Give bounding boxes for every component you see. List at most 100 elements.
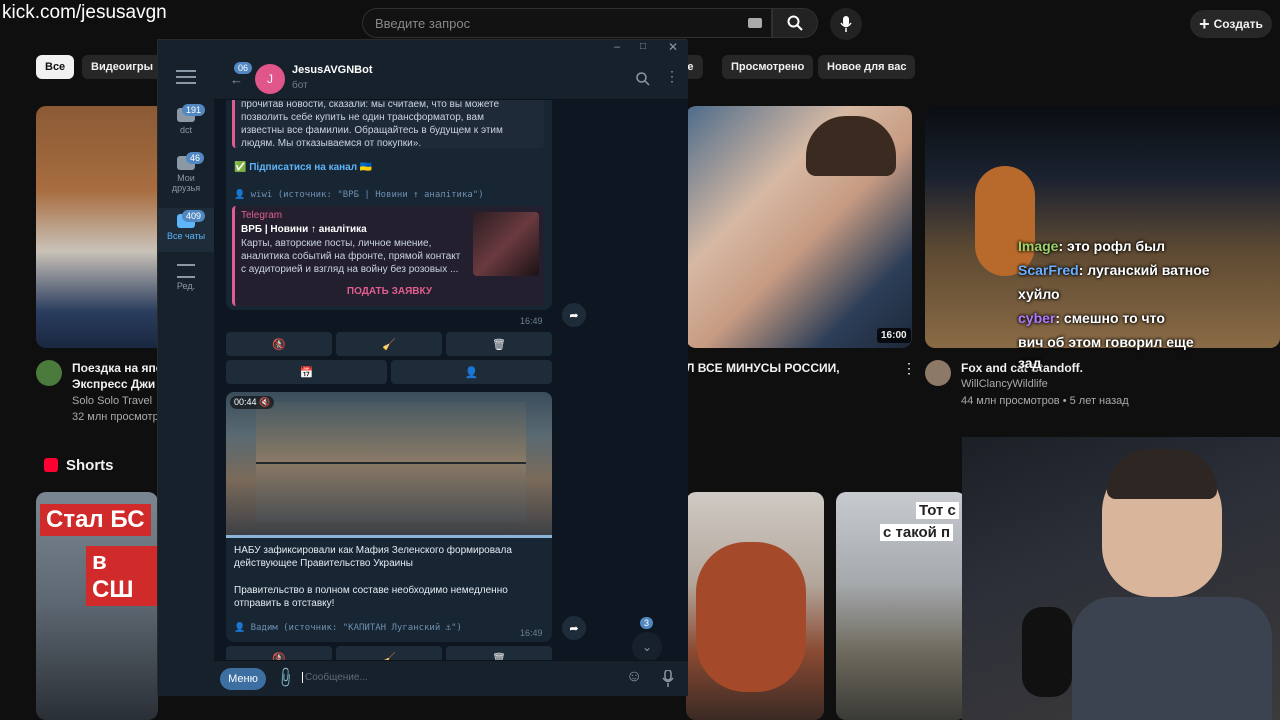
stream-url-overlay: kick.com/jesusavgn [2, 2, 167, 23]
chip-videogames[interactable]: Видеоигры [82, 55, 162, 79]
video-duration: 00:44 🔇 [230, 396, 275, 409]
chat-header: ← 06 J JesusAVGNBot бот ⋮ [214, 58, 688, 100]
more-options-icon[interactable]: ⋮ [665, 68, 679, 85]
avatar[interactable] [36, 360, 62, 386]
attach-icon[interactable]: 📎 [274, 665, 298, 689]
unread-badge: 3 [640, 617, 654, 629]
forward-button[interactable]: ➦ [562, 616, 586, 640]
inline-button[interactable]: 🚷 [226, 646, 332, 660]
message-source: 👤 Вадим (источник: "КАПИТАН Луганский ⚓"… [234, 623, 462, 633]
maximize-icon[interactable]: □ [640, 41, 646, 52]
video-thumbnail[interactable] [686, 106, 912, 348]
message-time: 16:49 [520, 316, 543, 326]
message-bubble[interactable]: 00:44 🔇 НАБУ зафиксировали как Мафия Зел… [226, 392, 552, 642]
message-text: НАБУ зафиксировали как Мафия Зеленского … [234, 545, 512, 609]
emoji-icon[interactable]: ☺ [626, 668, 642, 686]
chat-title[interactable]: JesusAVGNBot [292, 64, 372, 76]
chip-new-for-you[interactable]: Новое для вас [818, 55, 916, 79]
chevron-down-icon: ⌄ [641, 640, 653, 654]
inline-button[interactable]: 🧹 [336, 332, 442, 356]
chat-message: cyber: смешно то что [1018, 310, 1165, 326]
folders-sidebar: dct 191 Мои друзья 46 Все чаты 409 Ред. [158, 58, 214, 696]
video-thumbnail[interactable] [36, 106, 166, 348]
video-title[interactable]: Л ВСЕ МИНУСЫ РОССИИ, [686, 360, 840, 376]
shorts-icon [44, 458, 58, 472]
chat-status: бот [292, 80, 308, 91]
chat-message: хуйло [1018, 286, 1060, 302]
search-button[interactable] [772, 8, 818, 38]
folder-dct[interactable]: dct 191 [158, 104, 214, 135]
forward-button[interactable]: ➦ [562, 303, 586, 327]
create-label: Создать [1213, 17, 1263, 31]
message-source: 👤 wiwi (источник: "ВРБ | Новини ↑ аналіт… [234, 190, 484, 200]
streamer-hair [1107, 449, 1217, 499]
muted-icon: 🔇 [259, 397, 271, 407]
subscribe-link[interactable]: ✅ Підписатися на канал 🇺🇦 [234, 162, 372, 173]
person-hair [696, 542, 806, 692]
video-title[interactable]: Поездка на япо Экспресс Джи [72, 360, 163, 392]
inline-button[interactable]: 👤 [391, 360, 552, 384]
minimize-icon[interactable]: – [614, 41, 620, 53]
streamer-shirt [1072, 597, 1272, 720]
scroll-down-button[interactable]: ⌄ [632, 632, 662, 660]
search-icon[interactable] [636, 72, 650, 86]
video-duration: 16:00 [877, 328, 911, 343]
message-bubble[interactable]: прочитав новости, сказали: мы считаем, ч… [226, 100, 552, 310]
forward-icon: ➦ [569, 309, 579, 322]
search-input[interactable]: Введите запрос [362, 8, 772, 38]
channel-name[interactable]: WillClancyWildlife [961, 378, 1048, 390]
chat-message: ScarFred: луганский ватное [1018, 262, 1210, 278]
chip-all[interactable]: Все [36, 55, 75, 79]
telegram-window: – □ ✕ dct 191 Мои друзья 46 Все чаты 409 [157, 39, 688, 696]
preview-description: Карты, авторские посты, личное мнение, а… [241, 238, 461, 275]
short-thumbnail[interactable]: Стал БС в СШ [36, 492, 158, 720]
short-thumbnail[interactable] [686, 492, 824, 720]
preview-site: Telegram [241, 210, 283, 221]
folder-my-friends[interactable]: Мои друзья 46 [158, 152, 214, 193]
inline-button[interactable]: 🚷 [226, 332, 332, 356]
keyboard-icon[interactable] [748, 18, 762, 28]
voice-search-button[interactable] [830, 8, 862, 40]
chip-watched[interactable]: Просмотрено [722, 55, 814, 79]
short-caption: Стал БС [40, 504, 151, 536]
avatar[interactable] [925, 360, 951, 386]
unread-badge: 46 [186, 152, 205, 164]
channel-name[interactable]: Solo Solo Travel [72, 395, 152, 407]
video-preview[interactable] [226, 392, 552, 538]
unread-badge: 06 [234, 62, 253, 74]
plus-icon: + [1199, 14, 1210, 34]
folder-edit[interactable]: Ред. [158, 264, 214, 291]
inline-button[interactable]: 🧹 [336, 646, 442, 660]
close-icon[interactable]: ✕ [668, 40, 678, 54]
message-input[interactable]: Сообщение... [302, 672, 622, 683]
video-views: 32 млн просмотр [72, 411, 159, 423]
preview-image [473, 212, 539, 276]
link-preview[interactable]: Telegram ВРБ | Новини ↑ аналітика Карты,… [232, 206, 544, 306]
back-arrow-icon[interactable]: ← [230, 72, 243, 87]
window-titlebar: – □ ✕ [158, 40, 688, 58]
streamer-webcam [962, 437, 1280, 720]
person-hair [806, 116, 896, 176]
microphone-icon[interactable] [662, 670, 674, 688]
preview-title: ВРБ | Новини ↑ аналітика [241, 224, 367, 235]
unread-badge: 409 [182, 210, 206, 222]
shorts-heading: Shorts [66, 457, 114, 474]
video-divider [256, 462, 526, 464]
folder-all-chats[interactable]: Все чаты 409 [158, 208, 214, 252]
inline-button[interactable]: 📅 [226, 360, 387, 384]
sliders-icon [177, 264, 195, 278]
bot-menu-button[interactable]: Меню [220, 668, 266, 690]
inline-button[interactable]: 🗑 [446, 332, 552, 356]
message-list: прочитав новости, сказали: мы считаем, ч… [214, 100, 688, 660]
avatar[interactable]: J [255, 64, 285, 94]
create-button[interactable]: + Создать [1190, 10, 1272, 38]
join-request-button[interactable]: ПОДАТЬ ЗАЯВКУ [235, 286, 544, 297]
more-options-icon[interactable]: ⋮ [902, 360, 916, 377]
short-caption: с такой п [880, 524, 954, 541]
inline-button[interactable]: 🗑 [446, 646, 552, 660]
video-progress [226, 535, 552, 538]
short-thumbnail[interactable]: Тот с с такой п [836, 492, 966, 720]
menu-icon[interactable] [176, 70, 196, 84]
quoted-text: прочитав новости, сказали: мы считаем, ч… [232, 100, 544, 149]
short-caption: Тот с [916, 502, 959, 519]
